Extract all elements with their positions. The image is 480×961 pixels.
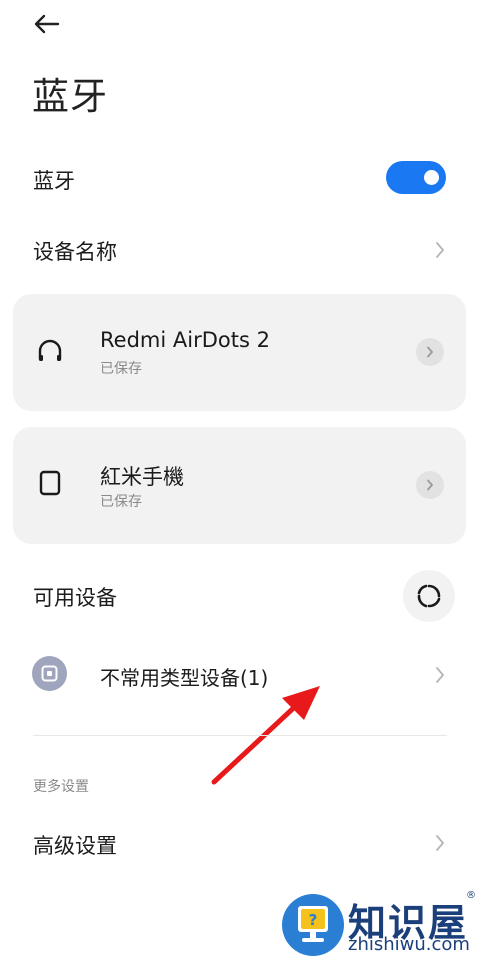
bluetooth-label: 蓝牙 [33, 169, 75, 193]
watermark-registered-mark: ® [466, 890, 476, 901]
watermark-domain: zhishiwu.com [348, 934, 470, 955]
device-name-label: 设备名称 [33, 240, 117, 264]
saved-device-card[interactable]: 紅米手機 已保存 [13, 427, 466, 544]
advanced-settings-row[interactable]: 高级设置 [0, 816, 480, 872]
chevron-right-icon [427, 479, 433, 491]
chevron-right-icon [433, 665, 447, 685]
refresh-icon [417, 584, 441, 608]
page-title: 蓝牙 [32, 75, 108, 118]
chevron-right-icon [427, 346, 433, 358]
chevron-right-icon [433, 240, 447, 260]
available-devices-label: 可用设备 [33, 586, 117, 610]
refresh-button[interactable] [403, 570, 455, 622]
divider [33, 735, 447, 736]
chevron-right-icon [433, 833, 447, 853]
device-name: Redmi AirDots 2 [100, 328, 270, 352]
bluetooth-toggle[interactable] [386, 161, 446, 194]
toggle-knob [424, 170, 439, 185]
svg-text:?: ? [309, 911, 318, 929]
device-detail-button[interactable] [416, 471, 444, 499]
arrow-left-icon [34, 14, 60, 34]
device-name: 紅米手機 [100, 465, 184, 489]
watermark-logo-icon: ? [282, 894, 344, 956]
more-settings-section-label: 更多设置 [33, 779, 89, 795]
watermark: ? 知识屋 ® zhishiwu.com [278, 888, 478, 961]
device-status: 已保存 [100, 494, 142, 510]
headphones-icon [37, 334, 63, 366]
saved-device-card[interactable]: Redmi AirDots 2 已保存 [13, 294, 466, 411]
device-name-row[interactable]: 设备名称 [0, 222, 480, 278]
phone-icon [37, 467, 63, 499]
back-button[interactable] [28, 8, 64, 40]
device-status: 已保存 [100, 361, 142, 377]
advanced-settings-label: 高级设置 [33, 834, 117, 858]
device-type-icon [32, 656, 67, 691]
device-detail-button[interactable] [416, 338, 444, 366]
